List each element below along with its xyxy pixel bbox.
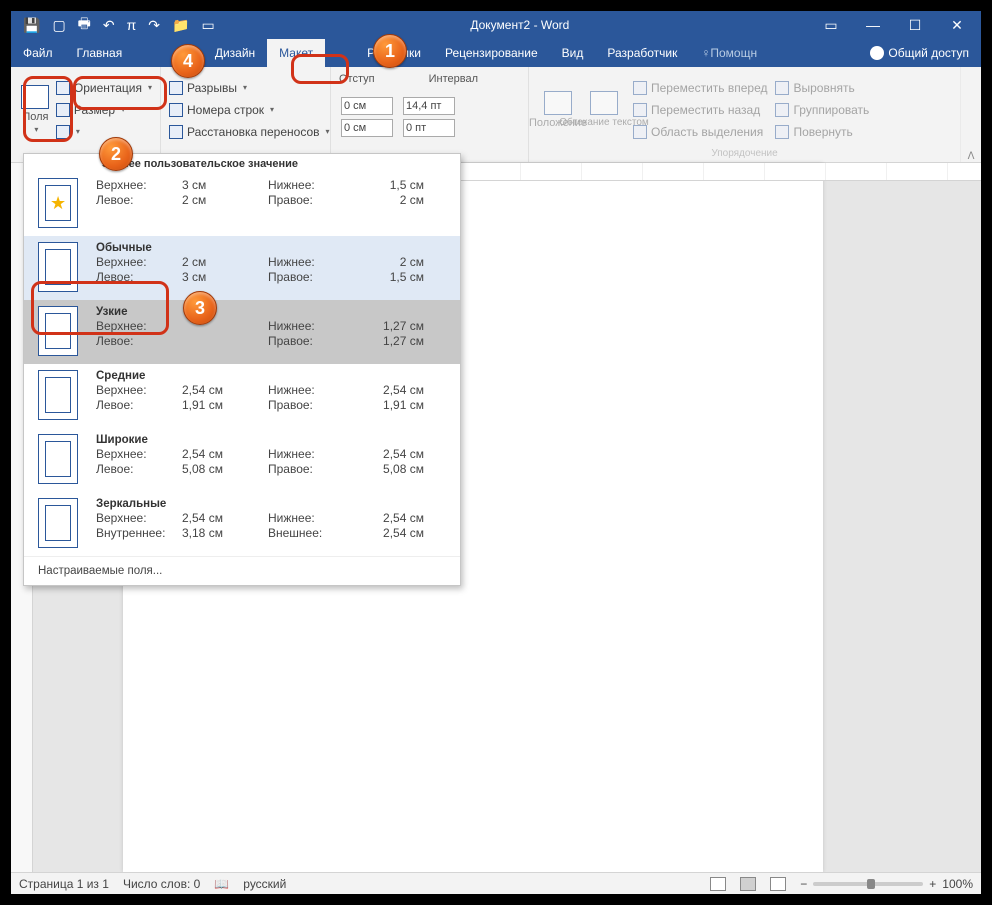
margin-thumb-icon	[38, 242, 78, 292]
orientation-icon	[56, 81, 70, 95]
arrange-group-label: Упорядочение	[537, 148, 952, 160]
margin-preset-item[interactable]: ★ Верхнее:3 смНижнее:1,5 см Левое:2 смПр…	[24, 172, 460, 236]
equation-icon[interactable]: π	[127, 17, 137, 33]
proofing-icon[interactable]: 📖	[214, 877, 229, 891]
print-icon[interactable]: 🖶	[78, 13, 91, 37]
quick-access-toolbar: 💾 ▢ 🖶 ↶ π ↷ 📁 ▭	[11, 13, 227, 37]
zoom-level[interactable]: 100%	[942, 877, 973, 891]
indent-right-input[interactable]	[339, 118, 393, 138]
zoom-control[interactable]: − + 100%	[800, 877, 973, 891]
margin-preset-item[interactable]: Зеркальные Верхнее:2,54 смНижнее:2,54 см…	[24, 492, 460, 556]
tab-developer[interactable]: Разработчик	[595, 39, 689, 67]
hyphen-icon	[169, 125, 183, 139]
breaks-button[interactable]: Разрывы▾	[169, 78, 330, 98]
tab-design[interactable]: Дизайн	[203, 39, 267, 67]
badge-1: 1	[373, 34, 407, 68]
interval-label: Интервал	[429, 73, 478, 85]
tab-home[interactable]: Главная	[65, 39, 135, 67]
badge-3: 3	[183, 291, 217, 325]
tell-me[interactable]: ♀ Помощн	[689, 39, 769, 67]
margin-preset-item[interactable]: Широкие Верхнее:2,54 смНижнее:2,54 см Ле…	[24, 428, 460, 492]
zoom-in-icon[interactable]: +	[929, 877, 936, 891]
word-count[interactable]: Число слов: 0	[123, 877, 200, 891]
margin-thumb-icon	[38, 370, 78, 420]
open-icon[interactable]: 📁	[172, 17, 189, 34]
margins-button[interactable]: Поля▾	[19, 71, 52, 148]
user-icon	[870, 46, 884, 60]
hyphenation-button[interactable]: Расстановка переносов▾	[169, 122, 330, 142]
position-button: Положение	[537, 71, 579, 148]
new-icon[interactable]: ▢	[52, 17, 65, 34]
rotate-button: Повернуть	[775, 122, 869, 142]
read-mode-icon[interactable]	[710, 877, 726, 891]
tab-references[interactable]	[325, 39, 355, 67]
margin-thumb-icon	[38, 306, 78, 356]
margin-preset-item[interactable]: Обычные Верхнее:2 смНижнее:2 см Левое:3 …	[24, 236, 460, 300]
dd-last-custom-header: Заднее пользовательское значение	[24, 154, 460, 172]
wrap-icon	[590, 91, 618, 115]
margin-thumb-icon: ★	[38, 178, 78, 228]
tab-layout[interactable]: Макет	[267, 39, 325, 67]
titlebar: 💾 ▢ 🖶 ↶ π ↷ 📁 ▭ Документ2 - Word ▭ — ☐ ✕	[11, 11, 981, 39]
send-backward-button: Переместить назад	[633, 100, 767, 120]
maximize-icon[interactable]: ☐	[897, 11, 933, 39]
collapse-ribbon-icon[interactable]: ᐱ	[961, 67, 981, 162]
margin-preset-item[interactable]: Узкие Верхнее:Нижнее:1,27 см Левое:Право…	[24, 300, 460, 364]
space-before-input[interactable]	[401, 96, 455, 116]
close-icon[interactable]: ✕	[939, 11, 975, 39]
tab-file[interactable]: Файл	[11, 39, 65, 67]
save-icon[interactable]: 💾	[23, 17, 40, 34]
custom-margins-item[interactable]: Настраиваемые поля...	[24, 556, 460, 585]
tab-review[interactable]: Рецензирование	[433, 39, 550, 67]
web-layout-icon[interactable]	[770, 877, 786, 891]
touch-icon[interactable]: ▭	[201, 17, 214, 34]
columns-icon	[56, 125, 70, 139]
margin-preset-item[interactable]: Средние Верхнее:2,54 смНижнее:2,54 см Ле…	[24, 364, 460, 428]
page-count[interactable]: Страница 1 из 1	[19, 877, 109, 891]
group-button: Группировать	[775, 100, 869, 120]
indent-left-input[interactable]	[339, 96, 393, 116]
tab-view[interactable]: Вид	[550, 39, 596, 67]
zoom-out-icon[interactable]: −	[800, 877, 807, 891]
share-button[interactable]: Общий доступ	[858, 39, 981, 67]
badge-2: 2	[99, 137, 133, 171]
bring-forward-button: Переместить вперед	[633, 78, 767, 98]
status-bar: Страница 1 из 1 Число слов: 0 📖 русский …	[11, 872, 981, 894]
breaks-icon	[169, 81, 183, 95]
align-button: Выровнять	[775, 78, 869, 98]
margins-dropdown: Заднее пользовательское значение ★ Верхн…	[23, 153, 461, 586]
space-after-input[interactable]	[401, 118, 455, 138]
orientation-button[interactable]: Ориентация▾	[56, 78, 152, 98]
line-numbers-button[interactable]: Номера строк▾	[169, 100, 330, 120]
undo-icon[interactable]: ↶	[103, 17, 115, 34]
selection-pane-button: Область выделения	[633, 122, 767, 142]
position-icon	[544, 91, 572, 115]
ribbon-options-icon[interactable]: ▭	[813, 11, 849, 39]
margins-icon	[21, 85, 49, 109]
ribbon: Поля▾ Ориентация▾ Размер▾ ▾ Разрывы▾ Ном…	[11, 67, 981, 163]
print-layout-icon[interactable]	[740, 877, 756, 891]
badge-4: 4	[171, 44, 205, 78]
margin-thumb-icon	[38, 498, 78, 548]
redo-icon[interactable]: ↷	[148, 17, 160, 34]
wrap-text-button: Обтекание текстом	[583, 71, 625, 148]
size-button[interactable]: Размер▾	[56, 100, 152, 120]
minimize-icon[interactable]: —	[855, 11, 891, 39]
window-title: Документ2 - Word	[227, 18, 813, 32]
indent-label: Отступ	[339, 73, 375, 85]
margin-thumb-icon	[38, 434, 78, 484]
ribbon-tabs: Файл Главная Вставка Дизайн Макет Рассыл…	[11, 39, 981, 67]
language[interactable]: русский	[243, 877, 286, 891]
size-icon	[56, 103, 70, 117]
columns-button[interactable]: ▾	[56, 122, 152, 142]
line-numbers-icon	[169, 103, 183, 117]
